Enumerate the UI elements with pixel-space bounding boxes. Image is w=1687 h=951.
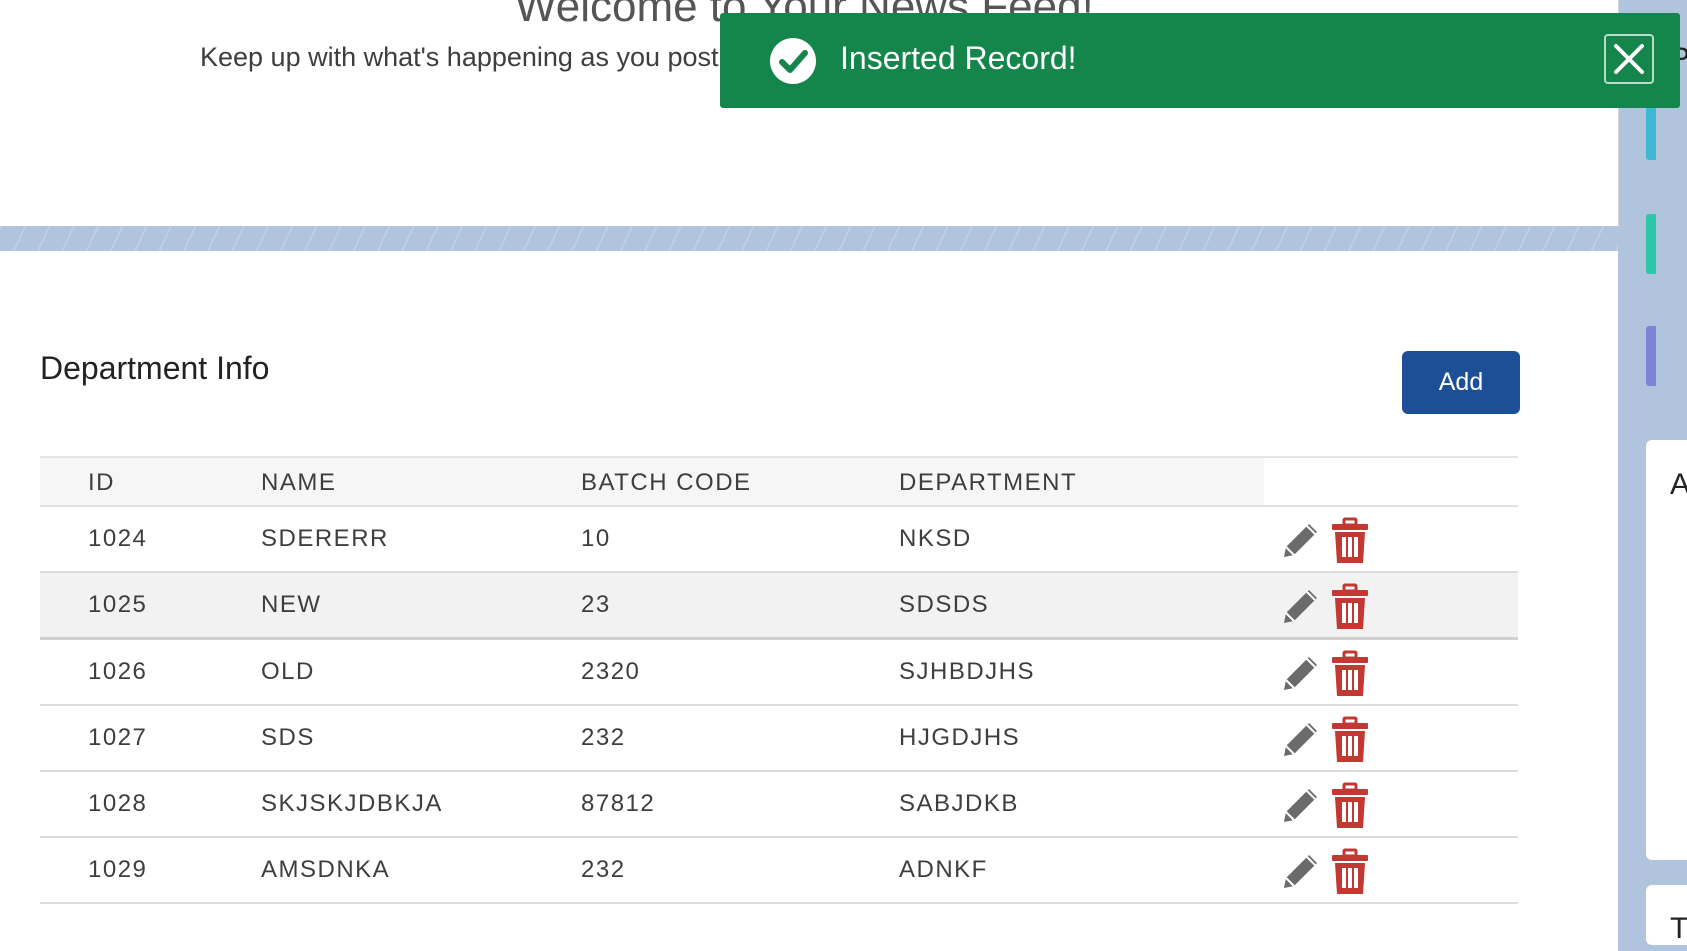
cell-batch-code: 2320 <box>581 658 641 685</box>
rail-accent-bar <box>1646 214 1656 274</box>
cell-name: SDERERR <box>261 525 389 552</box>
edit-icon[interactable] <box>1278 650 1324 696</box>
add-button[interactable]: Add <box>1402 351 1520 414</box>
department-table: ID NAME BATCH CODE DEPARTMENT 1024 SDERER… <box>40 456 1518 904</box>
edit-icon[interactable] <box>1278 583 1324 629</box>
delete-icon[interactable] <box>1330 848 1370 896</box>
cell-department: ADNKF <box>899 856 988 883</box>
welcome-subtitle: Keep up with what's happening as you pos… <box>200 42 719 72</box>
cell-name: SKJSKJDBKJA <box>261 790 443 817</box>
cell-id: 1027 <box>88 724 148 751</box>
column-header-department: DEPARTMENT <box>899 469 1078 496</box>
cell-batch-code: 87812 <box>581 790 656 817</box>
column-header-id: ID <box>88 469 115 496</box>
rail-accent-bar <box>1646 100 1656 160</box>
section-title: Department Info <box>40 350 270 386</box>
cell-id: 1026 <box>88 658 148 685</box>
cell-batch-code: 232 <box>581 724 626 751</box>
delete-icon[interactable] <box>1330 583 1370 631</box>
cell-name: SDS <box>261 724 315 751</box>
delete-icon[interactable] <box>1330 782 1370 830</box>
cell-name: AMSDNKA <box>261 856 391 883</box>
cell-id: 1029 <box>88 856 148 883</box>
cell-id: 1024 <box>88 525 148 552</box>
checkmark-icon <box>770 38 816 84</box>
rail-card-title: A <box>1670 468 1687 501</box>
table-row: 1025 NEW 23 SDSDS <box>40 573 1518 640</box>
delete-icon[interactable] <box>1330 716 1370 764</box>
cell-name: NEW <box>261 591 322 618</box>
rail-accent-bar <box>1646 326 1656 386</box>
cell-id: 1025 <box>88 591 148 618</box>
cell-batch-code: 23 <box>581 591 611 618</box>
success-toast: Inserted Record! <box>720 13 1680 108</box>
table-row: 1029 AMSDNKA 232 ADNKF <box>40 838 1518 904</box>
cell-batch-code: 10 <box>581 525 611 552</box>
table-row: 1028 SKJSKJDBKJA 87812 SABJDKB <box>40 772 1518 838</box>
cell-department: SDSDS <box>899 591 990 618</box>
table-row: 1024 SDERERR 10 NKSD <box>40 507 1518 573</box>
close-icon[interactable] <box>1604 34 1654 84</box>
cell-department: SJHBDJHS <box>899 658 1036 685</box>
edit-icon[interactable] <box>1278 716 1324 762</box>
cell-id: 1028 <box>88 790 148 817</box>
cell-department: NKSD <box>899 525 972 552</box>
right-sidebar: P A T <box>1620 0 1687 945</box>
rail-card <box>1646 440 1687 860</box>
delete-icon[interactable] <box>1330 650 1370 698</box>
table-header: ID NAME BATCH CODE DEPARTMENT <box>40 456 1518 507</box>
edit-icon[interactable] <box>1278 848 1324 894</box>
table-row: 1027 SDS 232 HJGDJHS <box>40 706 1518 772</box>
table-body: 1024 SDERERR 10 NKSD 1025 NEW 23 SDSDS 1026 OLD 23… <box>40 507 1518 904</box>
cell-department: SABJDKB <box>899 790 1019 817</box>
column-header-batch-code: BATCH CODE <box>581 469 752 496</box>
column-header-name: NAME <box>261 469 337 496</box>
edit-icon[interactable] <box>1278 517 1324 563</box>
background-band <box>0 226 1618 251</box>
cell-name: OLD <box>261 658 315 685</box>
edit-icon[interactable] <box>1278 782 1324 828</box>
cell-department: HJGDJHS <box>899 724 1021 751</box>
toast-message: Inserted Record! <box>840 40 1077 76</box>
delete-icon[interactable] <box>1330 517 1370 565</box>
cell-batch-code: 232 <box>581 856 626 883</box>
table-row: 1026 OLD 2320 SJHBDJHS <box>40 640 1518 706</box>
